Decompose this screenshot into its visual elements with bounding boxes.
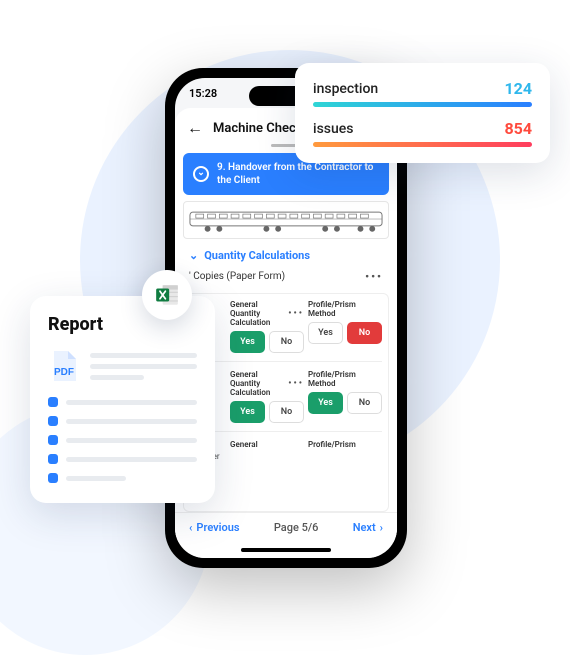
screen-title: Machine Check (213, 121, 303, 136)
stat-value-issues: 854 (504, 119, 532, 138)
svg-text:PDF: PDF (54, 367, 74, 378)
prev-button[interactable]: ‹ Previous (189, 521, 240, 534)
excel-badge[interactable] (142, 270, 192, 320)
bullet-list (48, 397, 197, 483)
col-header: General Quantity Calculation (230, 300, 288, 327)
pager: ‹ Previous Page 5/6 Next › (175, 512, 397, 542)
placeholder-lines (90, 353, 197, 380)
next-button[interactable]: Next › (353, 521, 383, 534)
excel-icon (154, 282, 180, 308)
yes-button[interactable]: Yes (308, 392, 343, 414)
subsection-title: Quantity Calculations (204, 249, 310, 262)
yes-button[interactable]: Yes (308, 322, 343, 344)
yes-button[interactable]: Yes (230, 401, 265, 423)
chevron-right-icon: › (380, 521, 383, 534)
clock: 15:28 (189, 87, 217, 100)
stat-value-inspection: 124 (504, 79, 532, 98)
progress-bar-inspection (313, 102, 532, 107)
chevron-down-icon: ⌄ (189, 249, 198, 262)
pdf-icon: PDF (48, 349, 80, 383)
yes-button[interactable]: Yes (230, 331, 265, 353)
col-header: Profile/Prism Method (308, 300, 382, 318)
subsection-toggle[interactable]: ⌄ Quantity Calculations (175, 245, 397, 266)
chevron-down-icon: ⌄ (193, 166, 209, 182)
no-button[interactable]: No (269, 401, 304, 423)
item-label: ' Copies (Paper Form) (189, 271, 285, 282)
more-icon[interactable]: ••• (288, 309, 304, 319)
stat-label-inspection: inspection (313, 81, 378, 97)
list-item[interactable]: ' Copies (Paper Form) ••• (175, 266, 397, 287)
report-card: Report PDF (30, 296, 215, 503)
stat-label-issues: issues (313, 121, 353, 137)
col-header: General Quantity Calculation (230, 370, 288, 397)
col-header: Profile/Prism Method (308, 370, 382, 388)
stats-card: inspection 124 issues 854 (295, 63, 550, 163)
home-indicator[interactable] (241, 548, 331, 552)
col-header: General (230, 440, 258, 449)
more-icon[interactable]: ••• (288, 379, 304, 389)
chevron-left-icon: ‹ (189, 521, 192, 534)
page-indicator: Page 5/6 (274, 521, 319, 534)
banner-text: 9. Handover from the Contractor to the C… (217, 161, 379, 187)
col-header: Profile/Prism (308, 440, 356, 449)
no-button[interactable]: No (269, 331, 304, 353)
train-illustration (183, 201, 389, 239)
no-button[interactable]: No (347, 322, 382, 344)
no-button[interactable]: No (347, 392, 382, 414)
back-button[interactable]: ← (187, 118, 203, 138)
more-icon[interactable]: ••• (365, 270, 383, 283)
progress-bar-issues (313, 142, 532, 147)
